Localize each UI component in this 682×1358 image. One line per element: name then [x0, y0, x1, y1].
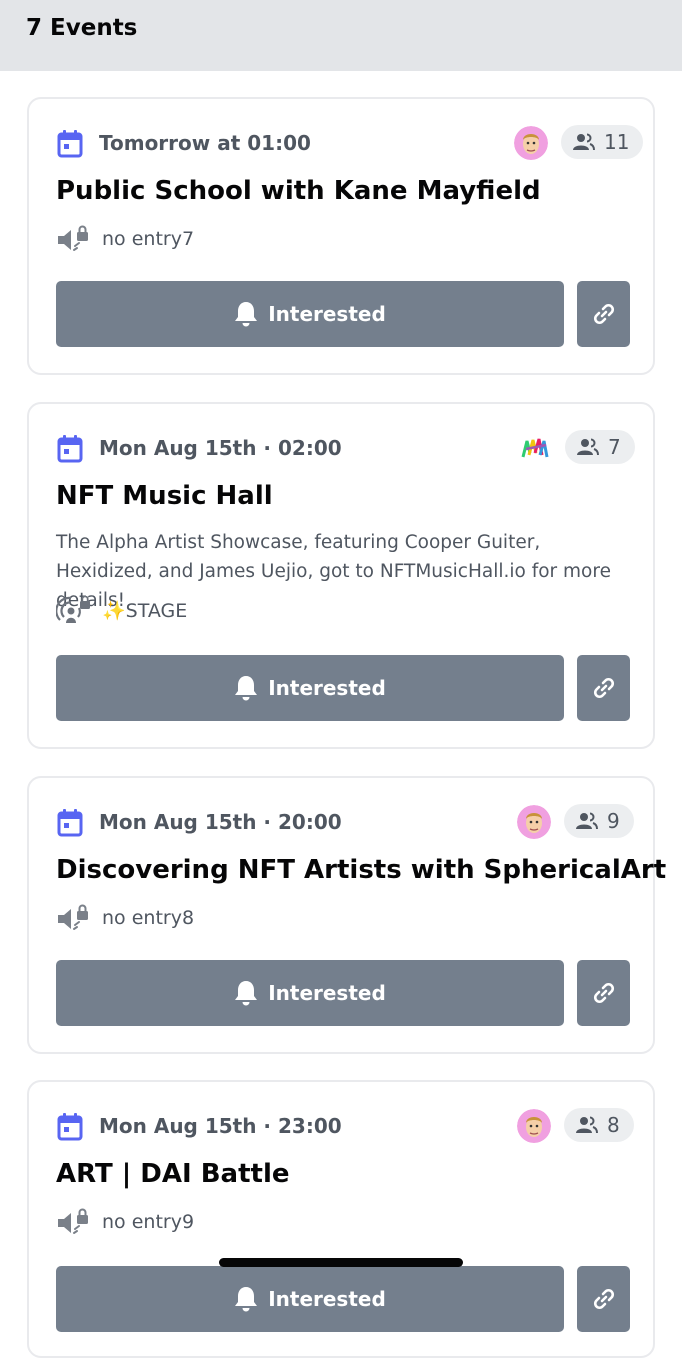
link-icon [592, 302, 616, 326]
link-icon [592, 676, 616, 700]
calendar-icon [57, 435, 83, 463]
link-icon [592, 981, 616, 1005]
stage-lock-icon [56, 596, 92, 626]
events-header: 7 Events [0, 0, 682, 71]
event-location: no entry9 [102, 1211, 195, 1233]
interested-label: Interested [268, 1287, 386, 1311]
event-title: Discovering NFT Artists with SphericalAr… [56, 855, 667, 885]
host-avatar [517, 1109, 551, 1143]
interested-count-badge: 8 [564, 1108, 634, 1142]
interested-button[interactable]: Interested [56, 1266, 564, 1332]
copy-link-button[interactable] [577, 281, 630, 347]
interested-button[interactable]: Interested [56, 960, 564, 1026]
bell-icon [234, 675, 258, 701]
event-location: no entry7 [102, 228, 195, 250]
event-card[interactable]: Mon Aug 15th · 20:00 9 Discovering NFT A… [27, 776, 666, 1054]
event-location: ✨STAGE [102, 600, 188, 622]
interested-button[interactable]: Interested [56, 655, 564, 721]
interested-label: Interested [268, 302, 386, 326]
events-count-title: 7 Events [26, 15, 138, 41]
bell-icon [234, 980, 258, 1006]
host-avatar [514, 126, 548, 160]
event-date: Mon Aug 15th · 23:00 [99, 1114, 342, 1138]
interested-count: 11 [604, 130, 630, 154]
event-date: Tomorrow at 01:00 [99, 131, 311, 155]
copy-link-button[interactable] [577, 655, 630, 721]
bell-icon [234, 301, 258, 327]
event-card[interactable]: Mon Aug 15th · 02:00 7 NFT Music Hall Th… [27, 402, 655, 749]
calendar-icon [57, 809, 83, 837]
copy-link-button[interactable] [577, 960, 630, 1026]
people-icon [576, 1116, 598, 1134]
interested-label: Interested [268, 981, 386, 1005]
copy-link-button[interactable] [577, 1266, 630, 1332]
people-icon [576, 812, 598, 830]
event-date: Mon Aug 15th · 02:00 [99, 436, 342, 460]
event-date: Mon Aug 15th · 20:00 [99, 810, 342, 834]
interested-label: Interested [268, 676, 386, 700]
interested-count-badge: 7 [565, 430, 635, 464]
event-card[interactable]: Mon Aug 15th · 23:00 8 ART | DAI Battle … [27, 1080, 655, 1358]
calendar-icon [57, 1113, 83, 1141]
interested-count: 7 [608, 435, 621, 459]
host-logo [518, 431, 552, 465]
people-icon [573, 133, 595, 151]
interested-count-badge: 9 [564, 804, 634, 838]
link-icon [592, 1287, 616, 1311]
speaker-lock-icon [56, 1207, 92, 1237]
home-indicator[interactable] [219, 1258, 463, 1267]
event-location: no entry8 [102, 907, 195, 929]
event-title: NFT Music Hall [56, 481, 273, 511]
event-title: Public School with Kane Mayfield [56, 176, 541, 206]
interested-count-badge: 11 [561, 125, 644, 159]
event-card[interactable]: Tomorrow at 01:00 11 Public School with … [27, 97, 655, 375]
people-icon [577, 438, 599, 456]
calendar-icon [57, 130, 83, 158]
host-avatar [517, 805, 551, 839]
interested-button[interactable]: Interested [56, 281, 564, 347]
interested-count: 8 [607, 1113, 620, 1137]
speaker-lock-icon [56, 903, 92, 933]
bell-icon [234, 1286, 258, 1312]
interested-count: 9 [607, 809, 620, 833]
event-title: ART | DAI Battle [56, 1159, 290, 1189]
speaker-lock-icon [56, 224, 92, 254]
